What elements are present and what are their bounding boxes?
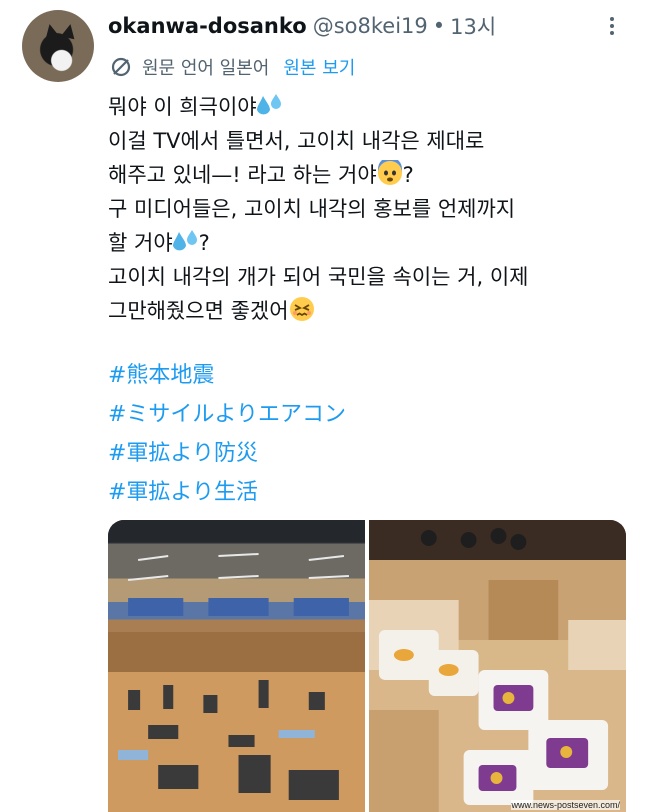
tweet-line: 구 미디어들은, 고이치 내각의 홍보를 언제까지 <box>108 197 516 221</box>
hashtag-link[interactable]: #軍拡より防災 <box>108 434 346 473</box>
media-grid: www.news-postseven.com/ <box>108 520 626 812</box>
translate-icon <box>111 57 131 77</box>
show-original-link[interactable]: 원본 보기 <box>283 54 355 80</box>
image-source-caption: www.news-postseven.com/ <box>511 800 620 810</box>
sweat-droplets-icon <box>256 94 281 115</box>
timestamp[interactable]: 13시 <box>450 11 496 41</box>
tweet-line: 해주고 있네—! 라고 하는 거야? <box>108 158 628 192</box>
confounded-face-icon <box>289 297 314 321</box>
hashtag-link[interactable]: #軍拡より生活 <box>108 473 346 512</box>
gym-shelter-illustration <box>108 520 365 812</box>
hashtag-link[interactable]: #ミサイルよりエアコン <box>108 395 346 434</box>
supplies-illustration <box>369 520 626 812</box>
tweet-line: 할 거야? <box>108 230 210 255</box>
user-handle[interactable]: @so8kei19 <box>313 14 428 38</box>
more-options-icon[interactable] <box>600 12 624 40</box>
tweet-line: 그만해줬으면 좋겠어 <box>108 294 628 328</box>
avatar[interactable] <box>22 10 94 82</box>
source-language-label: 원문 언어 일본어 <box>142 58 270 79</box>
gym-shelter-photo[interactable] <box>108 520 365 812</box>
anxious-face-icon <box>377 160 402 185</box>
separator-dot: • <box>432 14 446 38</box>
tweet-line: 이걸 TV에서 틀면서, 고이치 내각은 제대로 <box>108 129 485 153</box>
display-name[interactable]: okanwa-dosanko <box>108 14 307 38</box>
tweet-line: 뭐야 이 희극이야 <box>108 90 628 124</box>
tweet-text: 뭐야 이 희극이야 이걸 TV에서 틀면서, 고이치 내각은 제대로 해주고 있… <box>108 90 628 328</box>
translation-bar: 원문 언어 일본어 원본 보기 <box>108 52 355 82</box>
sweat-droplets-icon <box>172 230 197 251</box>
tweet-header: okanwa-dosanko @so8kei19 • 13시 <box>108 12 496 40</box>
supplies-photo[interactable]: www.news-postseven.com/ <box>369 520 626 812</box>
hashtag-list: #熊本地震 #ミサイルよりエアコン #軍拡より防災 #軍拡より生活 <box>108 356 346 512</box>
hashtag-link[interactable]: #熊本地震 <box>108 356 346 395</box>
tweet-line: 고이치 내각의 개가 되어 국민을 속이는 거, 이제 <box>108 265 529 289</box>
